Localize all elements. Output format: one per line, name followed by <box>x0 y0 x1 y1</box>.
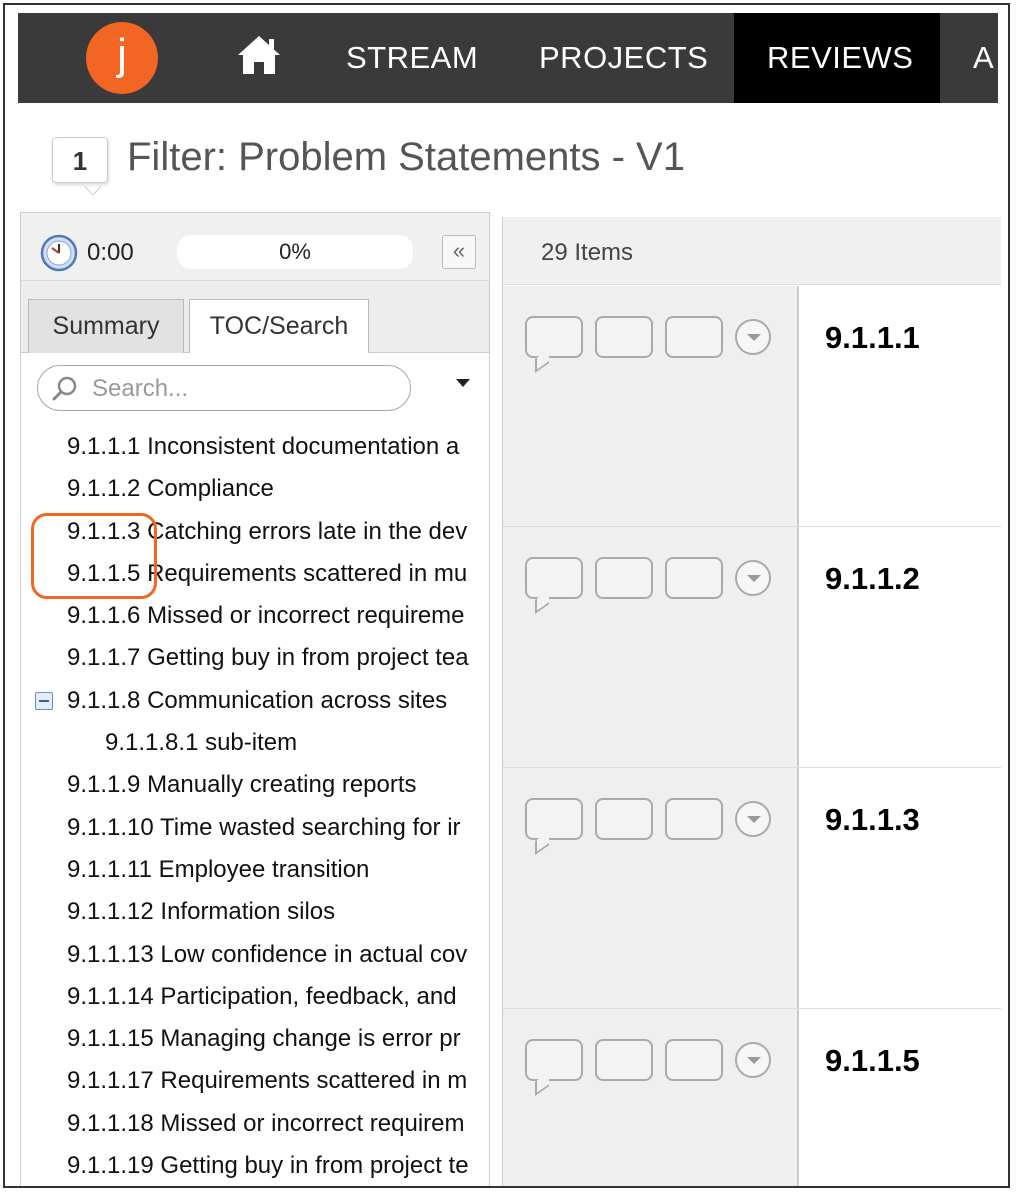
items-count: 29 Items <box>541 239 634 266</box>
comment-count-badge[interactable]: 1 <box>52 137 108 183</box>
signoff-box-icon[interactable] <box>665 1039 723 1081</box>
toc-item[interactable]: 9.1.1.14 Participation, feedback, and <box>21 976 489 1018</box>
toc-item-label: 9.1.1.9 Manually creating reports <box>67 771 417 799</box>
toc-item-label: 9.1.1.11 Employee transition <box>67 855 370 883</box>
review-row: 9.1.1.2 <box>503 527 1001 768</box>
search-icon <box>52 376 77 401</box>
row-tools <box>503 1009 799 1186</box>
toc-item[interactable]: 9.1.1.1 Inconsistent documentation a <box>21 426 489 468</box>
search-row <box>21 353 489 413</box>
toc-item-label: 9.1.1.18 Missed or incorrect requirem <box>67 1109 465 1137</box>
app-frame: j STREAM PROJECTS REVIEWS A 1 Filter: Pr… <box>3 3 1010 1188</box>
toc-item-label: 9.1.1.12 Information silos <box>67 898 336 926</box>
toc-item[interactable]: 9.1.1.18 Missed or incorrect requirem <box>21 1103 489 1145</box>
toc-item-label: 9.1.1.13 Low confidence in actual cov <box>67 940 468 968</box>
comment-icon[interactable] <box>525 557 583 599</box>
right-panel: 29 Items 9.1.1.1 9.1.1.2 9.1.1.3 9.1.1.5 <box>502 217 1001 1186</box>
toc-item[interactable]: 9.1.1.19 Getting buy in from project te <box>21 1145 489 1186</box>
review-row: 9.1.1.5 <box>503 1009 1001 1186</box>
menu-chevron-icon[interactable] <box>735 560 771 596</box>
row-id: 9.1.1.1 <box>825 320 920 355</box>
timer-bar: 0:00 0% « <box>21 213 489 281</box>
toc-item-label: 9.1.1.7 Getting buy in from project tea <box>67 644 469 672</box>
review-row: 9.1.1.3 <box>503 768 1001 1009</box>
row-id: 9.1.1.5 <box>825 1043 920 1078</box>
vote-box-icon[interactable] <box>595 316 653 358</box>
toc-item[interactable]: 9.1.1.11 Employee transition <box>21 849 489 891</box>
toc-item[interactable]: 9.1.1.9 Manually creating reports <box>21 764 489 806</box>
home-icon[interactable] <box>236 33 282 77</box>
progress-bar: 0% <box>177 235 413 269</box>
row-id: 9.1.1.3 <box>825 802 920 837</box>
toc-item-label: 9.1.1.1 Inconsistent documentation a <box>67 433 460 460</box>
toc-item[interactable]: 9.1.1.7 Getting buy in from project tea <box>21 637 489 679</box>
signoff-box-icon[interactable] <box>665 316 723 358</box>
nav-projects[interactable]: PROJECTS <box>539 13 708 103</box>
nav-reviews[interactable]: REVIEWS <box>734 13 940 103</box>
page-title: Filter: Problem Statements - V1 <box>127 135 685 179</box>
search-input[interactable] <box>92 372 392 406</box>
row-id: 9.1.1.2 <box>825 561 920 596</box>
toc-item[interactable]: 9.1.1.2 Compliance <box>21 468 489 510</box>
toc-item[interactable]: 9.1.1.15 Managing change is error pr <box>21 1018 489 1060</box>
toc-item-label: 9.1.1.6 Missed or incorrect requireme <box>67 602 465 630</box>
toc-item-label: 9.1.1.2 Compliance <box>67 475 274 503</box>
collapse-panel-button[interactable]: « <box>442 235 476 269</box>
toc-item[interactable]: 9.1.1.12 Information silos <box>21 891 489 933</box>
top-nav: j STREAM PROJECTS REVIEWS A <box>18 13 998 103</box>
toc-item-label: 9.1.1.8.1 sub-item <box>105 729 298 757</box>
toc-item[interactable]: 9.1.1.13 Low confidence in actual cov <box>21 934 489 976</box>
nav-more[interactable]: A <box>973 13 994 103</box>
review-row: 9.1.1.1 <box>503 286 1001 527</box>
toc-item-label: 9.1.1.19 Getting buy in from project te <box>67 1152 469 1180</box>
toc-item[interactable]: 9.1.1.10 Time wasted searching for ir <box>21 807 489 849</box>
toc-item-label: 9.1.1.10 Time wasted searching for ir <box>67 813 461 841</box>
timer-value: 0:00 <box>87 239 134 266</box>
comment-icon[interactable] <box>525 316 583 358</box>
row-tools <box>503 527 799 767</box>
row-tools <box>503 286 799 526</box>
signoff-box-icon[interactable] <box>665 557 723 599</box>
tab-toc-search[interactable]: TOC/Search <box>189 299 369 354</box>
items-header: 29 Items <box>503 217 1001 285</box>
tab-summary[interactable]: Summary <box>28 299 184 353</box>
toc-item-label: 9.1.1.14 Participation, feedback, and <box>67 982 457 1010</box>
toc-item[interactable]: 9.1.1.8 Communication across sites <box>21 680 489 722</box>
search-box[interactable] <box>37 365 411 411</box>
row-tools <box>503 768 799 1008</box>
comment-icon[interactable] <box>525 798 583 840</box>
left-panel: 0:00 0% « Summary TOC/Search 9.1.1.1 Inc… <box>20 212 490 1186</box>
toc-item-label: 9.1.1.8 Communication across sites <box>67 686 448 714</box>
search-dropdown-icon[interactable] <box>456 379 470 387</box>
collapse-minus-icon[interactable] <box>35 691 53 710</box>
double-chevron-left-icon: « <box>452 238 466 263</box>
vote-box-icon[interactable] <box>595 1039 653 1081</box>
menu-chevron-icon[interactable] <box>735 801 771 837</box>
vote-box-icon[interactable] <box>595 798 653 840</box>
menu-chevron-icon[interactable] <box>735 319 771 355</box>
annotation-highlight <box>31 513 157 599</box>
toc-item-label: 9.1.1.15 Managing change is error pr <box>67 1025 461 1053</box>
toc-item[interactable]: 9.1.1.17 Requirements scattered in m <box>21 1060 489 1102</box>
toc-sub-item[interactable]: 9.1.1.8.1 sub-item <box>21 722 489 764</box>
signoff-box-icon[interactable] <box>665 798 723 840</box>
toc-item-label: 9.1.1.17 Requirements scattered in m <box>67 1067 468 1095</box>
logo-icon[interactable]: j <box>86 22 158 94</box>
comment-icon[interactable] <box>525 1039 583 1081</box>
toc-item[interactable]: 9.1.1.6 Missed or incorrect requireme <box>21 595 489 637</box>
tabs-row: Summary TOC/Search <box>21 281 489 354</box>
nav-stream[interactable]: STREAM <box>346 13 478 103</box>
menu-chevron-icon[interactable] <box>735 1042 771 1078</box>
clock-icon <box>40 234 78 272</box>
vote-box-icon[interactable] <box>595 557 653 599</box>
